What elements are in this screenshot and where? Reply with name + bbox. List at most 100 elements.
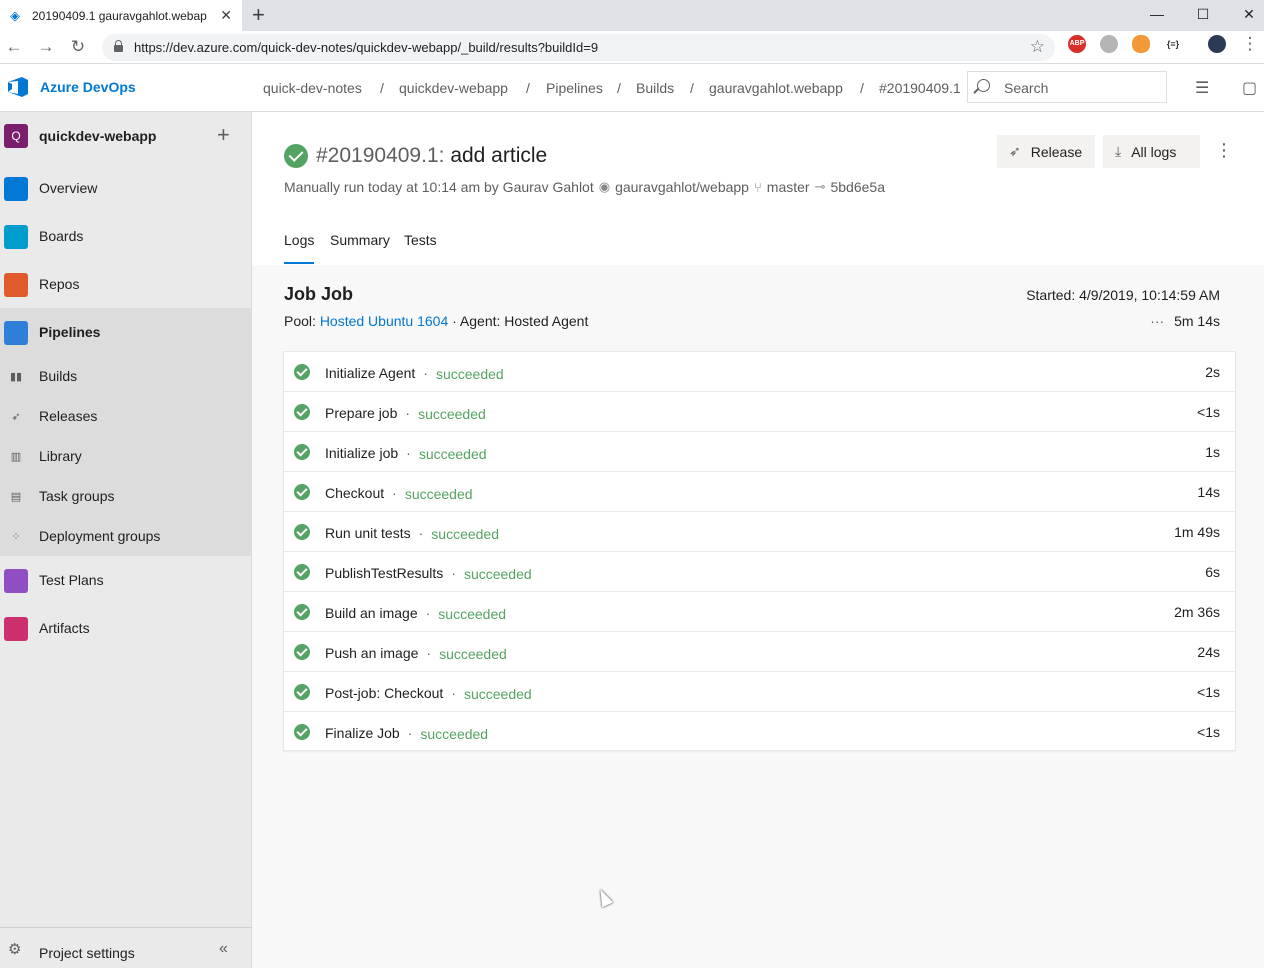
extension-json-icon[interactable]: {≡} — [1164, 35, 1182, 53]
breadcrumb-separator: / — [617, 80, 621, 96]
work-items-list-icon[interactable]: ☰ — [1195, 78, 1209, 98]
job-step-row[interactable]: Checkout · succeeded 14s — [284, 472, 1235, 512]
extension-toggle-icon[interactable] — [1132, 35, 1150, 53]
sidebar-subitem-task-groups[interactable]: ▤ Task groups — [0, 477, 252, 517]
sidebar-item-overview[interactable]: Overview — [0, 165, 252, 213]
release-button[interactable]: ➶ Release — [997, 135, 1095, 168]
gear-icon[interactable]: ⚙ — [8, 940, 21, 958]
job-duration: ··· 5m 14s — [1150, 313, 1220, 329]
sidebar-item-test-plans[interactable]: Test Plans — [0, 557, 252, 605]
tab-summary[interactable]: Summary — [330, 232, 390, 248]
job-step-row[interactable]: Run unit tests · succeeded 1m 49s — [284, 512, 1235, 552]
step-name-cell: Finalize Job · succeeded — [325, 725, 488, 742]
step-status: succeeded — [463, 686, 532, 702]
collapse-sidebar-icon[interactable]: « — [219, 940, 228, 958]
url-input[interactable]: https://dev.azure.com/quick-dev-notes/qu… — [102, 34, 1055, 61]
sidebar-item-label: Repos — [39, 276, 80, 292]
sidebar-subitem-deployment-groups[interactable]: ⁘ Deployment groups — [0, 517, 252, 557]
step-name-cell: Push an image · succeeded — [325, 645, 507, 662]
library-icon: ▥ — [10, 451, 22, 463]
close-tab-icon[interactable]: ✕ — [220, 7, 232, 24]
new-tab-button[interactable]: + — [252, 2, 272, 28]
breadcrumb-organization[interactable]: quick-dev-notes — [263, 80, 362, 96]
close-window-button[interactable]: ✕ — [1226, 0, 1264, 31]
sidebar-subitem-label: Builds — [39, 368, 78, 384]
page-title: #20190409.1: add article — [316, 144, 547, 168]
adblock-extension-icon[interactable]: ABP — [1068, 35, 1086, 53]
header-search-input[interactable]: Search — [967, 71, 1167, 103]
bookmark-star-icon[interactable]: ☆ — [1030, 37, 1045, 57]
step-separator-dot: · — [423, 365, 428, 381]
job-step-row[interactable]: Build an image · succeeded 2m 36s — [284, 592, 1235, 632]
step-separator-dot: · — [426, 645, 432, 661]
marketplace-bag-icon[interactable]: ▢ — [1242, 78, 1257, 98]
step-separator-dot: · — [451, 565, 456, 581]
all-logs-button-label: All logs — [1131, 143, 1177, 160]
breadcrumb-pipeline-name[interactable]: gauravgahlot.webapp — [709, 80, 843, 96]
url-text: https://dev.azure.com/quick-dev-notes/qu… — [134, 40, 599, 55]
minimize-window-button[interactable]: — — [1134, 0, 1180, 31]
breadcrumb-project[interactable]: quickdev-webapp — [399, 80, 508, 96]
add-icon[interactable]: + — [217, 122, 230, 148]
job-step-row[interactable]: Initialize Agent · succeeded 2s — [284, 352, 1235, 392]
job-step-row[interactable]: Push an image · succeeded 24s — [284, 632, 1235, 672]
breadcrumb-builds[interactable]: Builds — [636, 80, 674, 96]
maximize-window-button[interactable]: ☐ — [1180, 0, 1226, 31]
breadcrumb-build-number[interactable]: #20190409.1 — [879, 80, 961, 96]
sidebar-subitem-releases[interactable]: ➶ Releases — [0, 397, 252, 437]
sidebar-item-artifacts[interactable]: Artifacts — [0, 605, 252, 653]
step-duration: 2s — [1205, 364, 1220, 380]
step-duration: 1m 49s — [1174, 524, 1220, 540]
more-options-icon[interactable]: ⋮ — [1215, 140, 1233, 160]
back-arrow-icon[interactable]: ← — [2, 35, 26, 59]
brand-name[interactable]: Azure DevOps — [40, 79, 136, 95]
browser-tab-title: 20190409.1 gauravgahlot.webapp — [32, 8, 207, 23]
branch-name[interactable]: master — [767, 179, 810, 195]
sidebar-item-pipelines[interactable]: Pipelines — [0, 309, 252, 357]
step-duration: 6s — [1205, 564, 1220, 580]
job-step-row[interactable]: Finalize Job · succeeded <1s — [284, 712, 1235, 752]
project-settings-link[interactable]: Project settings — [39, 945, 135, 961]
step-separator-dot: · — [405, 405, 411, 421]
step-duration: <1s — [1197, 404, 1220, 420]
tab-logs[interactable]: Logs — [284, 232, 315, 264]
project-header[interactable]: Q quickdev-webapp + — [0, 112, 252, 160]
browser-tab[interactable]: ◈ 20190409.1 gauravgahlot.webapp ✕ — [0, 0, 242, 31]
step-separator-dot: · — [392, 485, 397, 501]
job-step-row[interactable]: Post-job: Checkout · succeeded <1s — [284, 672, 1235, 712]
pool-label: Pool: — [284, 313, 316, 329]
sidebar-subitem-builds[interactable]: ▮▮ Builds — [0, 357, 252, 397]
azure-devops-logo-icon[interactable] — [6, 76, 30, 98]
step-name: Finalize Job — [325, 725, 400, 741]
breadcrumb-separator: / — [380, 80, 384, 96]
sidebar-subitem-library[interactable]: ▥ Library — [0, 437, 252, 477]
job-step-row[interactable]: Prepare job · succeeded <1s — [284, 392, 1235, 432]
pool-link[interactable]: Hosted Ubuntu 1604 — [320, 313, 448, 329]
step-name: PublishTestResults — [325, 565, 444, 581]
tab-tests[interactable]: Tests — [404, 232, 437, 248]
step-succeeded-icon — [294, 364, 310, 380]
all-logs-button[interactable]: ⤓ All logs — [1103, 135, 1200, 168]
forward-arrow-icon[interactable]: → — [34, 35, 58, 59]
breadcrumb-pipelines[interactable]: Pipelines — [546, 80, 603, 96]
profile-avatar-icon[interactable] — [1208, 35, 1226, 53]
sidebar-item-boards[interactable]: Boards — [0, 213, 252, 261]
browser-menu-icon[interactable]: ⋮ — [1238, 35, 1262, 55]
job-step-row[interactable]: Initialize job · succeeded 1s — [284, 432, 1235, 472]
step-name-cell: Initialize job · succeeded — [325, 445, 487, 462]
step-separator-dot: · — [406, 445, 411, 461]
sidebar-item-label: Pipelines — [39, 324, 101, 340]
job-step-row[interactable]: PublishTestResults · succeeded 6s — [284, 552, 1235, 592]
reload-icon[interactable]: ↻ — [66, 35, 90, 59]
sidebar-item-repos[interactable]: Repos — [0, 261, 252, 309]
repo-link[interactable]: gauravgahlot/webapp — [615, 179, 749, 195]
build-meta: Manually run today at 10:14 am by Gaurav… — [284, 179, 885, 195]
step-name-cell: PublishTestResults · succeeded — [325, 565, 532, 582]
extension-circle-icon[interactable] — [1100, 35, 1118, 53]
step-name-cell: Run unit tests · succeeded — [325, 525, 499, 542]
build-summary-header: #20190409.1: add article Manually run to… — [252, 112, 1264, 265]
commit-id[interactable]: 5bd6e5a — [830, 179, 885, 195]
step-name-cell: Prepare job · succeeded — [325, 405, 486, 422]
sidebar-item-label: Artifacts — [39, 620, 90, 636]
job-title: Job Job — [284, 284, 354, 304]
